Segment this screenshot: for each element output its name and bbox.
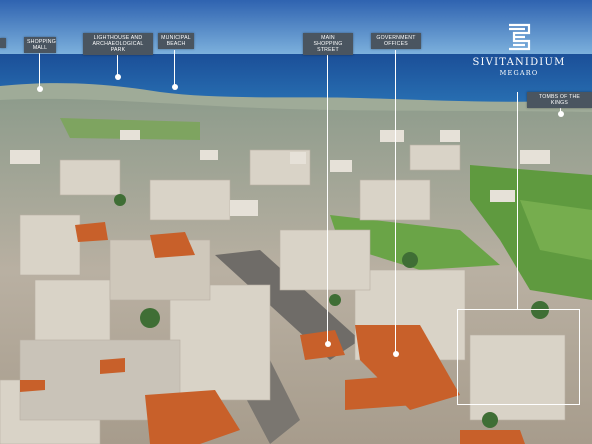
government-offices-marker	[393, 351, 399, 357]
main-shopping-street-marker	[325, 341, 331, 347]
main-shopping-street-label: MAIN SHOPPING STREET	[303, 33, 353, 55]
government-offices-leader	[395, 50, 396, 353]
municipal-beach-leader	[174, 50, 175, 87]
government-offices-label: GOVERNMENT OFFICES	[371, 33, 421, 49]
lighthouse-park-label: LIGHTHOUSE AND ARCHAEOLOGICAL PARK	[83, 33, 153, 55]
brand-logo: SIVITANIDIUM MEGARO	[470, 22, 568, 77]
main-shopping-street-leader	[327, 50, 328, 343]
aerial-map: ... SHOPPING MALL LIGHTHOUSE AND ARCHAEO…	[0, 0, 592, 444]
shopping-mall-label: SHOPPING MALL	[24, 37, 56, 53]
stacked-s-logo-icon	[509, 23, 531, 51]
municipal-beach-label: MUNICIPAL BEACH	[158, 33, 194, 49]
brand-name: SIVITANIDIUM	[472, 57, 566, 68]
lighthouse-park-marker	[115, 74, 121, 80]
tombs-of-kings-label: TOMBS OF THE KINGS	[527, 92, 592, 108]
municipal-beach-marker	[172, 84, 178, 90]
shopping-mall-marker	[37, 86, 43, 92]
tombs-of-kings-leader	[517, 92, 518, 309]
tombs-of-kings-marker	[558, 111, 564, 117]
shopping-mall-leader	[39, 51, 40, 89]
left-cut-label: ...	[0, 38, 6, 48]
brand-subtitle: MEGARO	[499, 69, 539, 77]
property-highlight-frame	[457, 309, 580, 405]
